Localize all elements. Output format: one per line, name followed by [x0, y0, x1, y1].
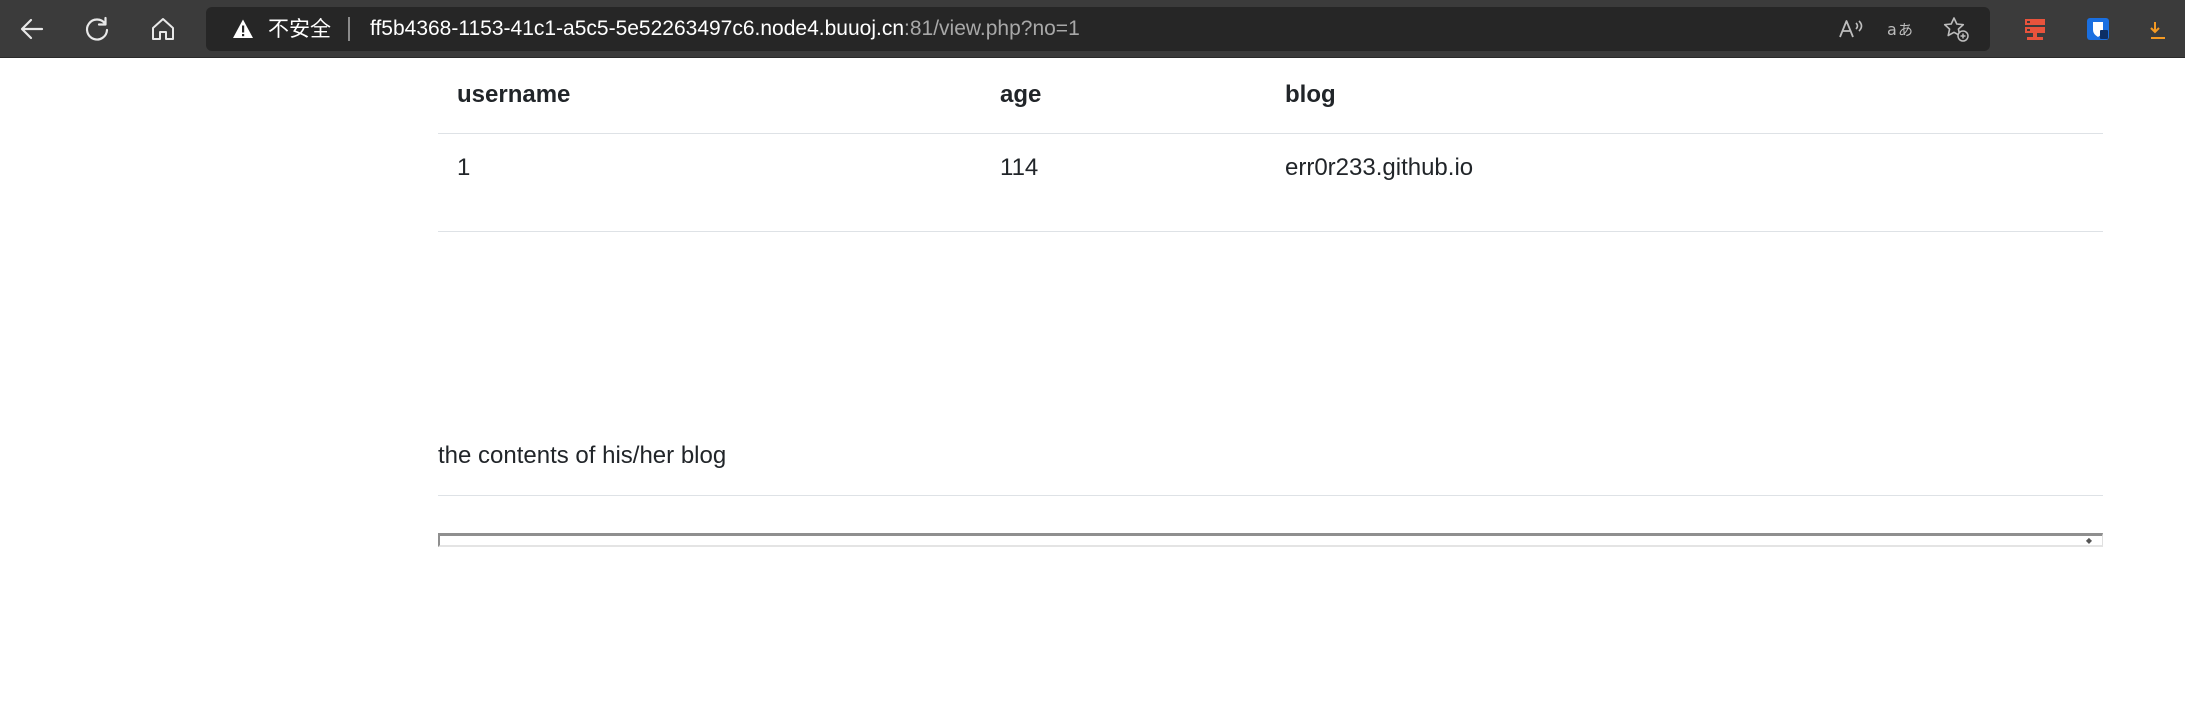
page-content: username age blog 1 114 err0r233.github.…	[438, 58, 2103, 547]
refresh-icon	[85, 16, 109, 41]
cell-username: 1	[438, 133, 981, 232]
cell-age: 114	[981, 133, 1266, 232]
extension-server-button[interactable]	[2020, 14, 2050, 44]
section-divider	[438, 495, 2103, 496]
url-text[interactable]: ff5b4368-1153-41c1-a5c5-5e52263497c6.nod…	[370, 7, 1080, 51]
server-extension-icon	[2025, 19, 2045, 40]
warning-icon[interactable]	[232, 18, 254, 40]
address-bar[interactable]: 不安全 ff5b4368-1153-41c1-a5c5-5e52263497c6…	[206, 7, 1990, 51]
resize-handle-icon[interactable]: ◆	[2086, 537, 2092, 545]
download-extension-icon	[2150, 22, 2165, 39]
column-header-username: username	[438, 58, 981, 134]
extension-download-button[interactable]	[2150, 14, 2180, 44]
url-host: ff5b4368-1153-41c1-a5c5-5e52263497c6.nod…	[370, 17, 905, 40]
blog-contents-heading: the contents of his/her blog	[438, 442, 727, 469]
read-aloud-icon	[1839, 20, 1863, 38]
home-button[interactable]	[143, 9, 183, 49]
shield-extension-icon	[2087, 18, 2109, 40]
home-icon	[152, 18, 174, 40]
refresh-button[interactable]	[77, 9, 117, 49]
table-row: 1 114 err0r233.github.io	[438, 133, 2103, 232]
back-arrow-icon	[20, 18, 44, 40]
translate-icon: a あ	[1887, 20, 1913, 39]
extension-bitwarden-button[interactable]	[2083, 14, 2113, 44]
svg-text:a: a	[1887, 20, 1897, 39]
url-path: :81/view.php?no=1	[904, 17, 1080, 40]
back-button[interactable]	[12, 9, 52, 49]
blog-content-iframe[interactable]: ◆	[438, 533, 2103, 547]
read-aloud-button[interactable]	[1836, 15, 1866, 43]
translate-button[interactable]: a あ	[1886, 15, 1916, 43]
svg-text:あ: あ	[1898, 21, 1913, 39]
favorite-add-icon	[1943, 17, 1969, 42]
column-header-blog: blog	[1266, 58, 2103, 134]
add-favorite-button[interactable]	[1941, 15, 1971, 43]
not-secure-label[interactable]: 不安全	[268, 7, 331, 51]
browser-toolbar: 不安全 ff5b4368-1153-41c1-a5c5-5e52263497c6…	[0, 0, 2185, 58]
user-info-table: username age blog 1 114 err0r233.github.…	[438, 58, 2103, 232]
table-header-row: username age blog	[438, 58, 2103, 134]
column-header-age: age	[981, 58, 1266, 134]
cell-blog: err0r233.github.io	[1266, 133, 2103, 232]
address-divider	[348, 17, 350, 41]
